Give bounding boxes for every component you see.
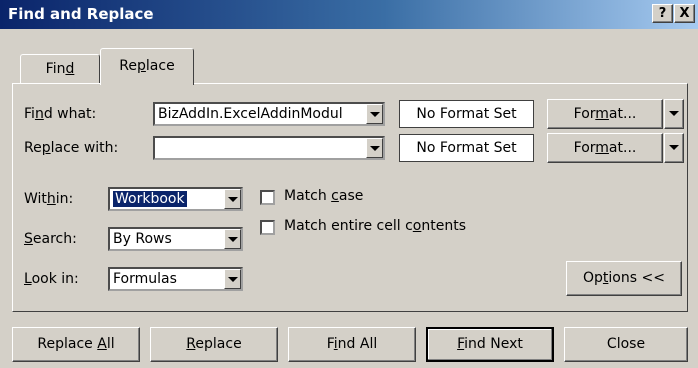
search-dropdown-button[interactable] [224, 229, 241, 249]
chevron-down-icon [370, 146, 380, 151]
replace-all-label: Replace All [37, 336, 115, 352]
find-all-label: Find All [326, 336, 378, 352]
chevron-down-icon [669, 111, 679, 116]
find-what-dropdown-button[interactable] [366, 104, 383, 124]
look-in-dropdown-button[interactable] [224, 269, 241, 289]
match-entire-checkbox[interactable] [260, 220, 275, 235]
tab-find-accel: d [65, 61, 75, 77]
look-in-select[interactable]: Formulas [108, 267, 243, 291]
tab-replace[interactable]: Replace [100, 48, 194, 85]
replace-format-menu-button[interactable] [664, 133, 684, 163]
within-dropdown-button[interactable] [224, 189, 241, 209]
close-button[interactable]: Close [564, 327, 688, 362]
look-in-value: Formulas [113, 271, 177, 287]
replace-format-preview: No Format Set [399, 134, 534, 162]
window-title: Find and Replace [8, 5, 154, 23]
chevron-down-icon [669, 145, 679, 150]
search-value: By Rows [113, 231, 172, 247]
within-value: Workbook [113, 191, 187, 207]
tab-find-label: Find [45, 61, 75, 77]
replace-format-button[interactable]: Format... [547, 133, 663, 163]
look-in-label: Look in: [24, 271, 79, 287]
find-format-label: Format... [573, 106, 637, 122]
match-case-checkbox[interactable] [260, 190, 275, 205]
chevron-down-icon [370, 112, 380, 117]
find-next-label: Find Next [457, 336, 523, 352]
chevron-down-icon [228, 237, 238, 242]
find-format-preview: No Format Set [399, 100, 534, 128]
search-label: Search: [24, 231, 77, 247]
replace-with-combobox[interactable] [153, 136, 385, 160]
match-case-label[interactable]: Match case [284, 188, 363, 204]
find-what-label: Find what: [24, 106, 97, 122]
close-window-button[interactable]: X [674, 4, 695, 23]
find-what-value: BizAddIn.ExcelAddinModul [158, 106, 343, 122]
replace-with-label: Replace with: [24, 140, 119, 156]
replace-format-label: Format... [573, 140, 637, 156]
find-format-button[interactable]: Format... [547, 99, 663, 129]
within-select[interactable]: Workbook [108, 187, 243, 211]
help-button[interactable]: ? [652, 4, 673, 23]
chevron-down-icon [228, 197, 238, 202]
tab-find[interactable]: Find [20, 54, 100, 84]
search-select[interactable]: By Rows [108, 227, 243, 251]
find-format-menu-button[interactable] [664, 99, 684, 129]
options-button[interactable]: Options << [566, 261, 682, 296]
replace-button[interactable]: Replace [150, 327, 278, 362]
replace-label: Replace [186, 336, 242, 352]
replace-all-button[interactable]: Replace All [12, 327, 140, 362]
title-bar: Find and Replace ? X [0, 0, 698, 29]
tab-replace-label: Replace [119, 58, 175, 74]
chevron-down-icon [228, 277, 238, 282]
tab-replace-accel: p [137, 58, 146, 74]
find-what-combobox[interactable]: BizAddIn.ExcelAddinModul [153, 102, 385, 126]
match-entire-label[interactable]: Match entire cell contents [284, 218, 466, 234]
find-next-button[interactable]: Find Next [426, 327, 554, 362]
replace-with-dropdown-button[interactable] [366, 138, 383, 158]
find-all-button[interactable]: Find All [288, 327, 416, 362]
within-label: Within: [24, 191, 74, 207]
options-label: Options << [583, 270, 665, 286]
